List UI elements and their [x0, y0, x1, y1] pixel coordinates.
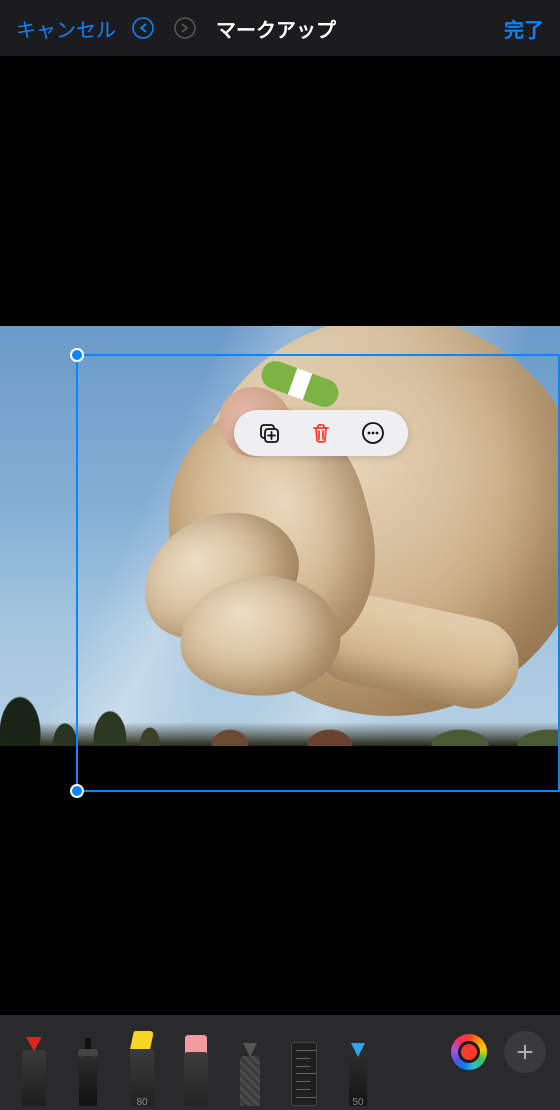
- resize-handle-top-left[interactable]: [70, 348, 84, 362]
- current-color-swatch: [458, 1041, 480, 1063]
- markup-toolbar: 80 50: [0, 1015, 560, 1110]
- canvas[interactable]: [0, 56, 560, 1015]
- tool-eraser[interactable]: [176, 1022, 216, 1106]
- crayon-tip-icon: [351, 1043, 365, 1057]
- delete-button[interactable]: [308, 420, 334, 446]
- redo-button: [170, 13, 200, 43]
- add-annotation-button[interactable]: [504, 1031, 546, 1073]
- done-button[interactable]: 完了: [504, 14, 544, 43]
- tool-pencil[interactable]: [230, 1022, 270, 1106]
- context-toolbar: [234, 410, 408, 456]
- undo-icon: [131, 16, 155, 40]
- tool-ruler[interactable]: [284, 1022, 324, 1106]
- color-picker-button[interactable]: [448, 1031, 490, 1073]
- resize-handle-bottom-left[interactable]: [70, 784, 84, 798]
- highlighter-size-label: 80: [122, 1097, 162, 1108]
- plus-icon: [514, 1041, 536, 1063]
- tool-crayon[interactable]: 50: [338, 1022, 378, 1106]
- pencil-tip-icon: [243, 1043, 257, 1057]
- more-button[interactable]: [360, 420, 386, 446]
- cancel-button[interactable]: キャンセル: [16, 14, 116, 43]
- color-wheel-icon: [451, 1034, 487, 1070]
- crayon-size-label: 50: [338, 1097, 378, 1108]
- duplicate-icon: [257, 421, 281, 445]
- duplicate-button[interactable]: [256, 420, 282, 446]
- pen-tip-icon: [26, 1037, 42, 1051]
- nav-bar: キャンセル マークアップ 完了: [0, 0, 560, 56]
- highlighter-tip-icon: [130, 1031, 154, 1049]
- eraser-tip-icon: [185, 1035, 207, 1053]
- redo-icon: [173, 16, 197, 40]
- tool-marker[interactable]: [68, 1022, 108, 1106]
- tool-pen[interactable]: [14, 1022, 54, 1106]
- undo-button[interactable]: [128, 13, 158, 43]
- page-title: マークアップ: [216, 14, 492, 43]
- ruler-icon: [291, 1042, 317, 1106]
- trash-icon: [309, 421, 333, 445]
- more-icon: [361, 421, 385, 445]
- tool-highlighter[interactable]: 80: [122, 1022, 162, 1106]
